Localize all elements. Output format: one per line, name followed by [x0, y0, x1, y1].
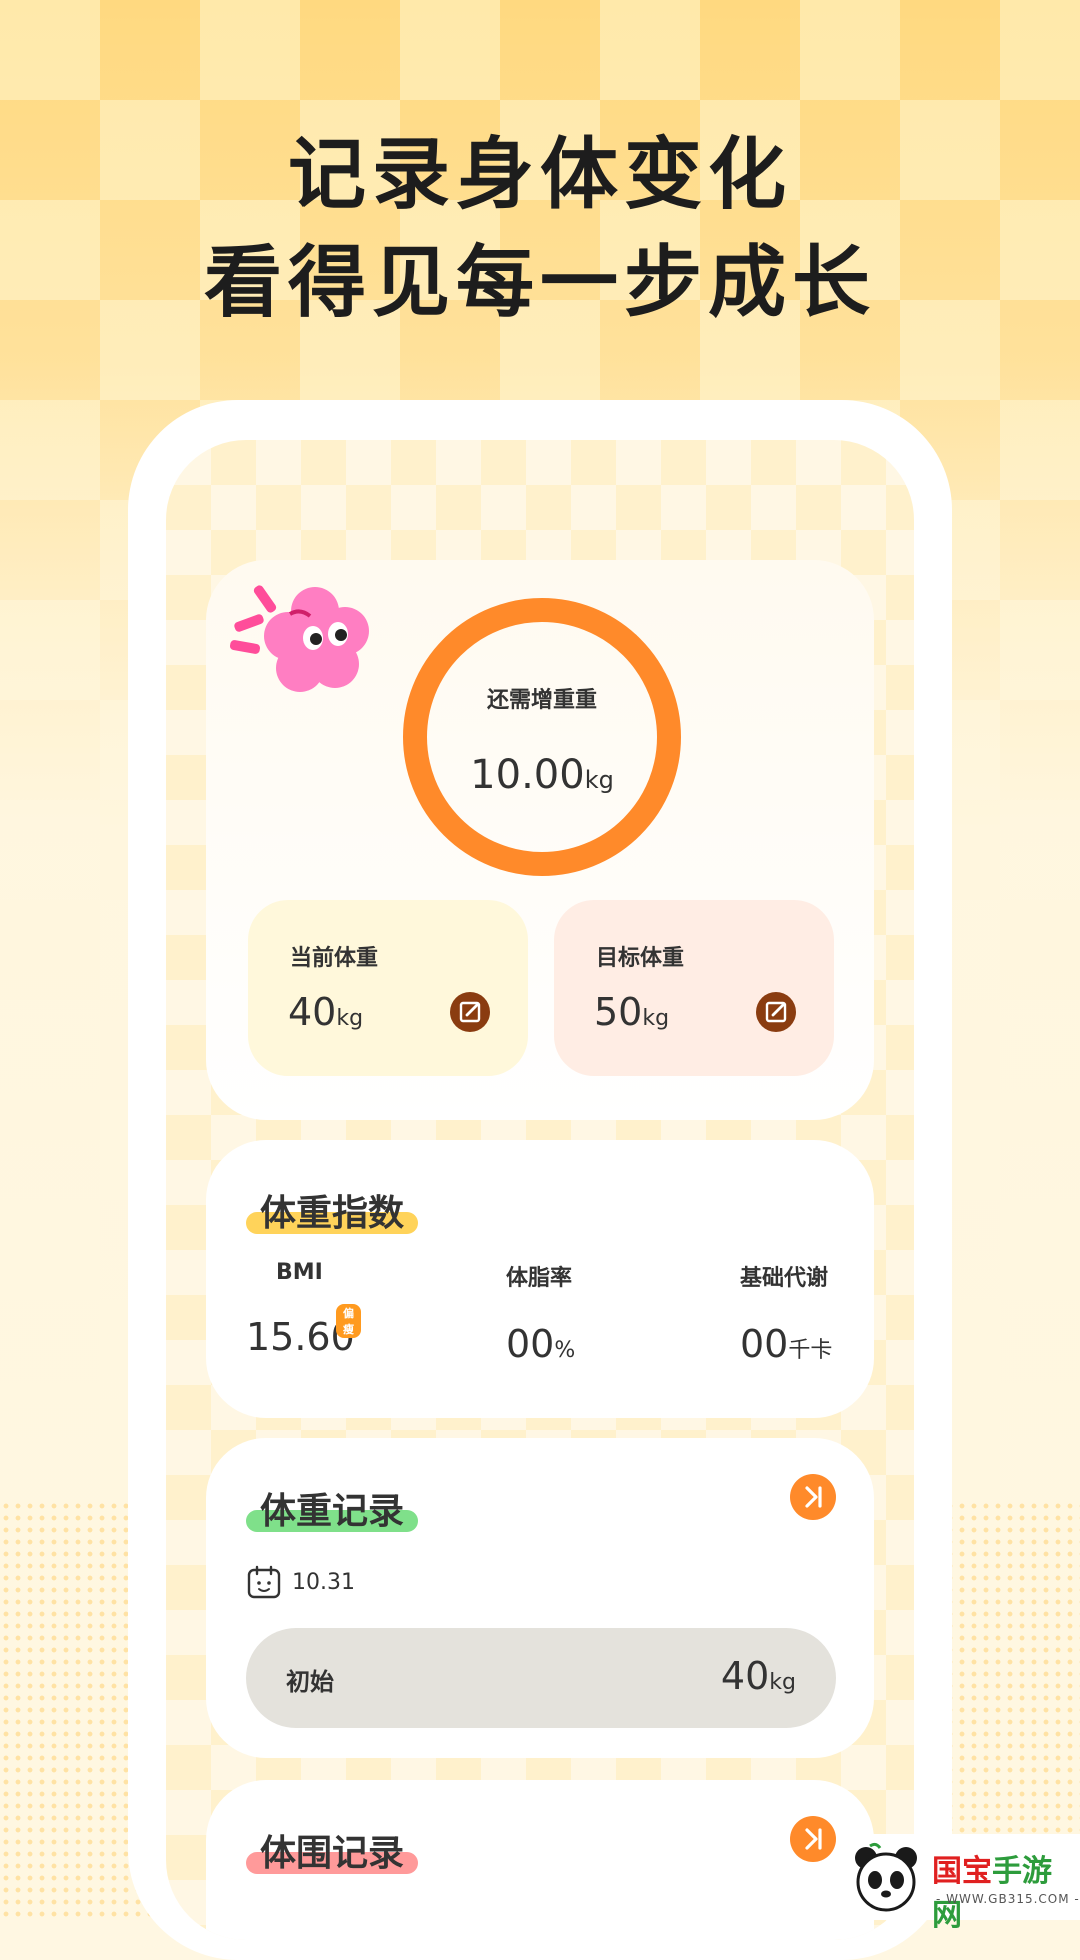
- site-watermark: 国宝手游网 - WWW.GB315.COM -: [842, 1834, 1080, 1933]
- flower-mascot-icon: [229, 585, 369, 692]
- edit-icon: [765, 1001, 787, 1023]
- ring-value: 10.00kg: [470, 752, 614, 798]
- bmr-value: 00千卡: [740, 1322, 833, 1366]
- girth-record-card: 体围记录: [206, 1780, 874, 1940]
- bmr-label: 基础代谢: [740, 1266, 829, 1291]
- target-weight-value: 50kg: [594, 990, 670, 1034]
- weight-goal-card: 还需增重重 10.00kg 当前体重 40kg 目标体重 50kg: [206, 560, 874, 1120]
- bmi-status-badge: 偏瘦: [336, 1304, 361, 1338]
- record-date: 10.31: [292, 1570, 355, 1595]
- ring-label: 还需增重重: [486, 688, 597, 713]
- current-weight-box: 当前体重 40kg: [248, 900, 528, 1076]
- target-weight-label: 目标体重: [596, 946, 685, 971]
- remaining-weight-ring: 还需增重重 10.00kg: [403, 598, 681, 876]
- edit-target-weight-button[interactable]: [756, 992, 796, 1032]
- watermark-brand: 国宝手游网: [932, 1854, 1052, 1933]
- edit-icon: [459, 1001, 481, 1023]
- weight-index-title: 体重指数: [246, 1184, 419, 1236]
- weight-index-card: 体重指数 BMI 偏瘦 15.60 体脂率 00% 基础代谢 00千卡: [206, 1140, 874, 1418]
- bmi-stat: BMI 偏瘦 15.60: [246, 1260, 361, 1359]
- record-entry-value: 40kg: [720, 1654, 796, 1698]
- current-weight-label: 当前体重: [290, 946, 379, 971]
- girth-record-more-button[interactable]: [790, 1816, 836, 1862]
- headline-line-1: 记录身体变化: [287, 130, 792, 220]
- edit-current-weight-button[interactable]: [450, 992, 490, 1032]
- bmi-label: BMI: [276, 1260, 323, 1285]
- bmr-stat: 基础代谢 00千卡: [740, 1260, 832, 1366]
- calendar-icon: [247, 1565, 281, 1599]
- girth-record-title: 体围记录: [246, 1824, 419, 1876]
- weight-record-title: 体重记录: [246, 1482, 419, 1534]
- current-weight-value: 40kg: [288, 990, 364, 1034]
- body-fat-value: 00%: [506, 1322, 576, 1366]
- record-entry-label: 初始: [286, 1668, 334, 1696]
- skip-forward-icon: [805, 1486, 822, 1508]
- target-weight-box: 目标体重 50kg: [554, 900, 834, 1076]
- phone-screen: 还需增重重 10.00kg 当前体重 40kg 目标体重 50kg 体重指数 B…: [166, 440, 914, 1940]
- panda-logo-icon: [855, 1842, 917, 1912]
- weight-record-entry[interactable]: 初始 40kg: [246, 1628, 836, 1728]
- weight-record-more-button[interactable]: [790, 1474, 836, 1520]
- watermark-url: - WWW.GB315.COM -: [936, 1892, 1080, 1906]
- body-fat-stat: 体脂率 00%: [506, 1260, 575, 1366]
- body-fat-label: 体脂率: [506, 1266, 573, 1291]
- weight-record-card: 体重记录 10.31 初始 40kg: [206, 1438, 874, 1758]
- headline-line-2: 看得见每一步成长: [203, 238, 876, 328]
- skip-forward-icon: [805, 1828, 822, 1850]
